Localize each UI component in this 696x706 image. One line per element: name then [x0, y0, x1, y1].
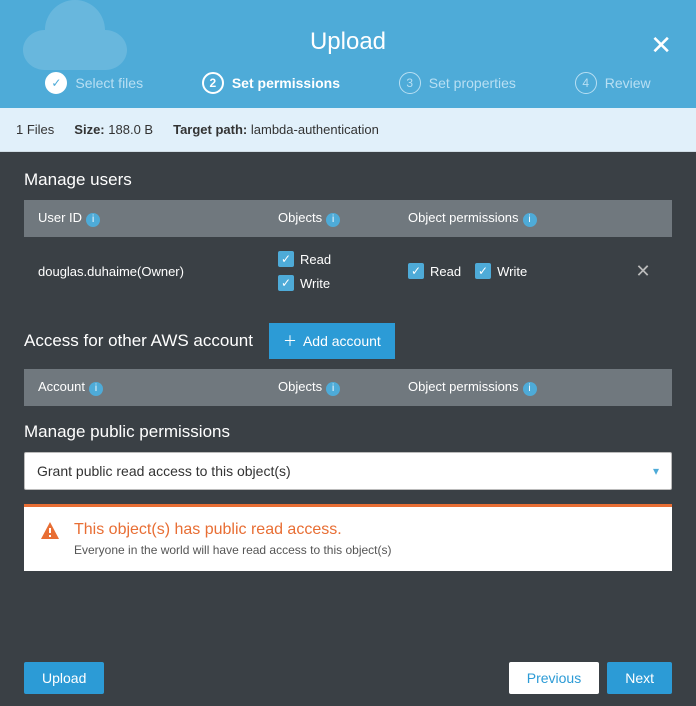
file-count: 1 Files [16, 122, 54, 137]
chk-label: Read [300, 252, 331, 267]
step-number: 2 [202, 72, 224, 94]
users-table-header: User ID i Objects i Object permissions i [24, 200, 672, 237]
step-label: Set permissions [232, 75, 340, 91]
delete-row-icon[interactable]: ✕ [635, 261, 650, 281]
step-set-properties[interactable]: 3 Set properties [399, 72, 516, 94]
step-label: Select files [75, 75, 143, 91]
info-icon[interactable]: i [89, 382, 103, 396]
size-value: 188.0 B [108, 122, 153, 137]
user-row: douglas.duhaime(Owner) ✓ Read ✓ Write ✓ Rea… [24, 237, 672, 305]
select-value: Grant public read access to this object(… [37, 463, 291, 479]
chk-label: Write [497, 264, 527, 279]
close-icon[interactable]: ✕ [650, 30, 672, 61]
info-icon[interactable]: i [523, 213, 537, 227]
step-number: 3 [399, 72, 421, 94]
step-label: Set properties [429, 75, 516, 91]
footer-bar: Upload Previous Next [0, 650, 696, 706]
step-select-files[interactable]: ✓ Select files [45, 72, 143, 94]
checkbox-perm-write[interactable]: ✓ [475, 263, 491, 279]
col-objects: Objects [278, 210, 322, 225]
col-account: Account [38, 379, 85, 394]
alert-title: This object(s) has public read access. [74, 521, 656, 539]
checkbox-obj-write[interactable]: ✓ [278, 275, 294, 291]
steps-nav: ✓ Select files 2 Set permissions 3 Set prop… [0, 62, 696, 104]
col-permissions: Object permissions [408, 210, 519, 225]
step-review[interactable]: 4 Review [575, 72, 651, 94]
step-number: 4 [575, 72, 597, 94]
path-label: Target path: [173, 122, 247, 137]
info-icon[interactable]: i [86, 213, 100, 227]
check-icon: ✓ [45, 72, 67, 94]
warning-icon [40, 521, 60, 541]
accounts-table-header: Account i Objects i Object permissions i [24, 369, 672, 406]
add-account-button[interactable]: ＋ Add account [269, 323, 395, 359]
file-info-bar: 1 Files Size: 188.0 B Target path: lambd… [0, 108, 696, 152]
alert-subtitle: Everyone in the world will have read acc… [74, 543, 656, 557]
public-perms-title: Manage public permissions [24, 422, 672, 442]
add-btn-label: Add account [303, 333, 381, 349]
previous-button[interactable]: Previous [509, 662, 599, 694]
info-icon[interactable]: i [326, 382, 340, 396]
info-icon[interactable]: i [326, 213, 340, 227]
col-user-id: User ID [38, 210, 82, 225]
upload-button[interactable]: Upload [24, 662, 104, 694]
size-label: Size: [74, 122, 104, 137]
step-label: Review [605, 75, 651, 91]
path-value: lambda-authentication [251, 122, 379, 137]
public-access-alert: This object(s) has public read access. E… [24, 504, 672, 571]
manage-users-title: Manage users [24, 170, 672, 190]
user-id-value: douglas.duhaime(Owner) [38, 264, 278, 279]
chk-label: Read [430, 264, 461, 279]
checkbox-obj-read[interactable]: ✓ [278, 251, 294, 267]
next-button[interactable]: Next [607, 662, 672, 694]
checkbox-perm-read[interactable]: ✓ [408, 263, 424, 279]
chevron-down-icon: ▾ [653, 464, 659, 478]
step-set-permissions[interactable]: 2 Set permissions [202, 72, 340, 94]
col-permissions: Object permissions [408, 379, 519, 394]
col-objects: Objects [278, 379, 322, 394]
public-permissions-select[interactable]: Grant public read access to this object(… [24, 452, 672, 490]
info-icon[interactable]: i [523, 382, 537, 396]
chk-label: Write [300, 276, 330, 291]
other-account-title: Access for other AWS account [24, 331, 253, 351]
plus-icon: ＋ [283, 331, 297, 351]
